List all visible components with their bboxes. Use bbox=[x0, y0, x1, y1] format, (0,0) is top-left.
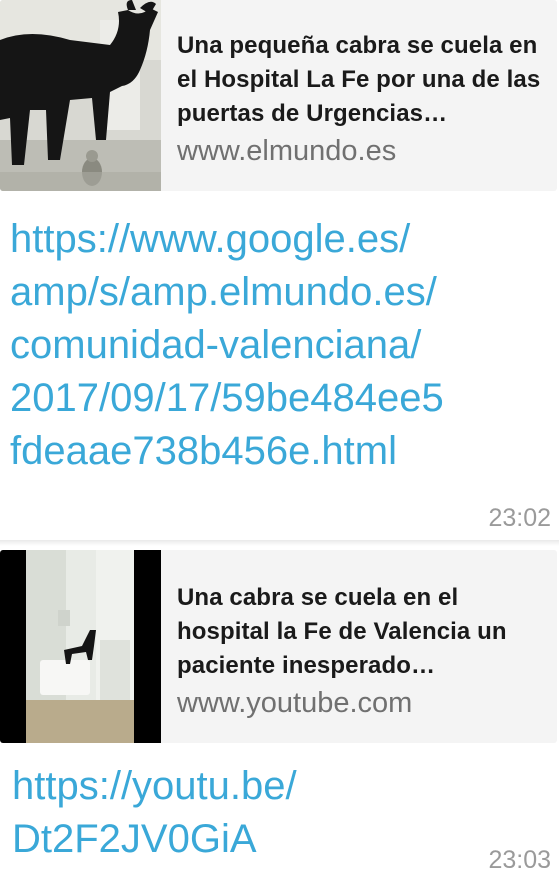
link-line: https://www.google.es/ bbox=[10, 217, 411, 261]
link-preview-text: Una pequeña cabra se cuela en el Hospita… bbox=[177, 29, 545, 168]
link-preview[interactable]: Una pequeña cabra se cuela en el Hospita… bbox=[0, 0, 557, 191]
link-preview-domain: www.youtube.com bbox=[177, 687, 413, 719]
link-preview-title: Una pequeña cabra se cuela en el Hospita… bbox=[177, 32, 541, 127]
link-preview-title: Una cabra se cuela en el hospital la Fe … bbox=[177, 584, 507, 679]
message-bubble[interactable]: Una cabra se cuela en el hospital la Fe … bbox=[0, 546, 559, 886]
link-line: comunidad-valenciana/ bbox=[10, 323, 422, 367]
message-link[interactable]: https://youtu.be/ Dt2F2JV0GiA bbox=[12, 760, 557, 866]
link-line: amp/s/amp.elmundo.es/ bbox=[10, 270, 437, 314]
link-line: 2017/09/17/59be484ee5 bbox=[10, 376, 444, 420]
message-link[interactable]: https://www.google.es/ amp/s/amp.elmundo… bbox=[10, 213, 555, 478]
chat-view: Una pequeña cabra se cuela en el Hospita… bbox=[0, 0, 559, 886]
link-preview[interactable]: Una cabra se cuela en el hospital la Fe … bbox=[0, 550, 557, 743]
message-timestamp: 23:02 bbox=[488, 504, 551, 532]
goat-in-hospital-video-thumbnail-icon bbox=[0, 550, 161, 743]
link-preview-text: Una cabra se cuela en el hospital la Fe … bbox=[177, 581, 545, 720]
goat-photo-thumbnail-icon bbox=[0, 0, 161, 191]
message-timestamp: 23:03 bbox=[488, 846, 551, 874]
link-line: fdeaae738b456e.html bbox=[10, 429, 397, 473]
link-line: https://youtu.be/ bbox=[12, 764, 297, 808]
link-preview-domain: www.elmundo.es bbox=[177, 135, 397, 167]
message-bubble[interactable]: Una pequeña cabra se cuela en el Hospita… bbox=[0, 0, 559, 540]
link-line: Dt2F2JV0GiA bbox=[12, 817, 257, 861]
